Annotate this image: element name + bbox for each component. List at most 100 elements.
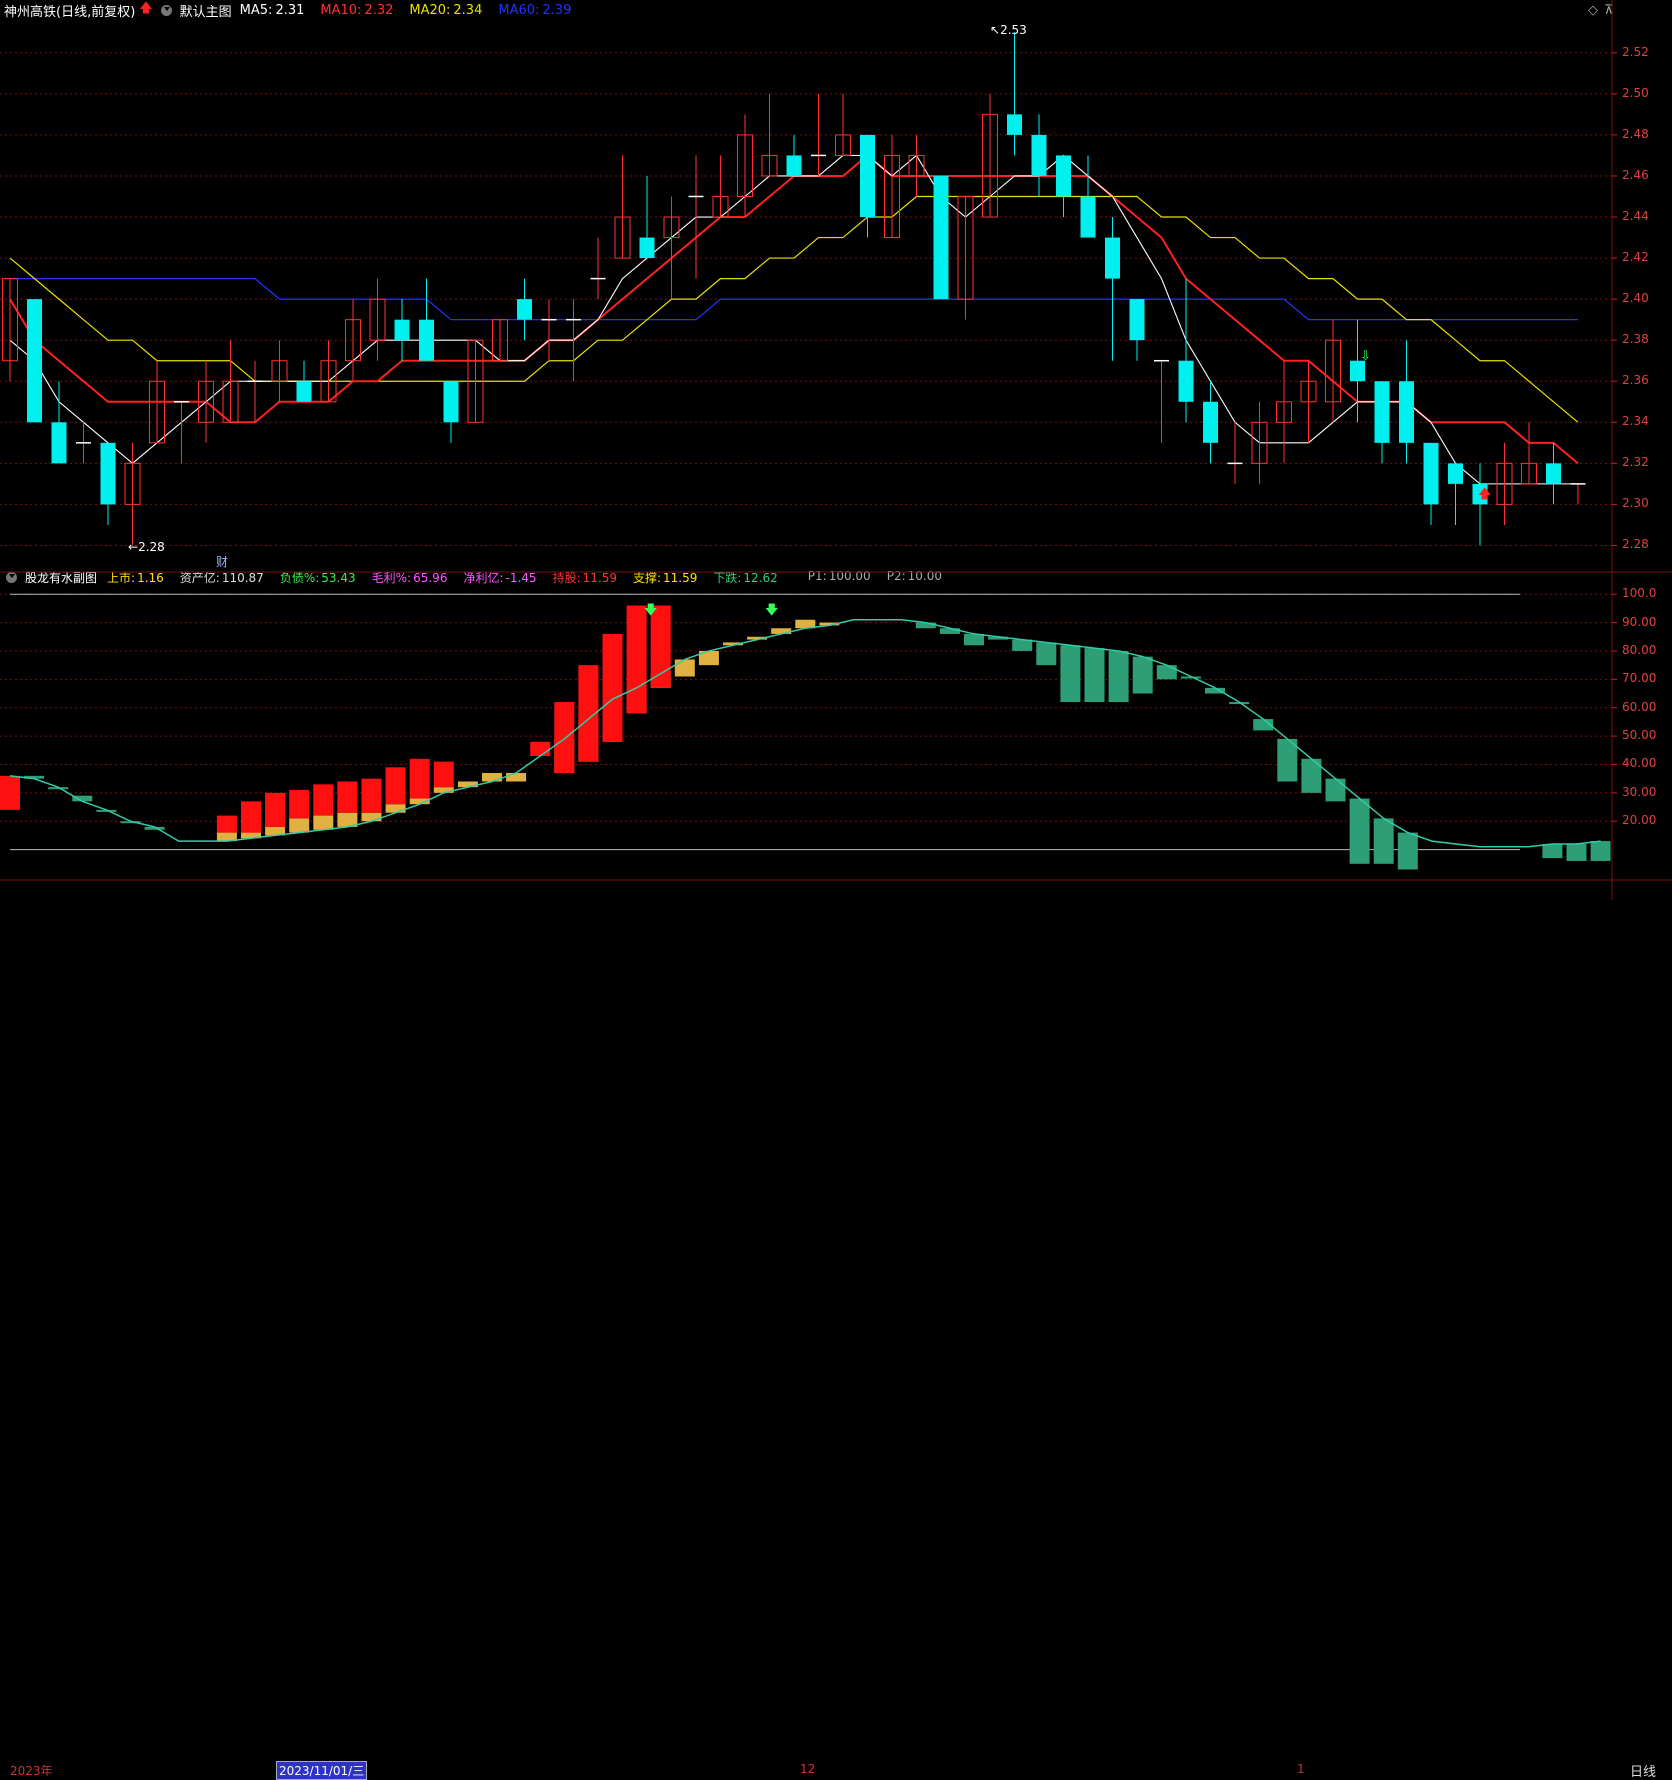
sub-bar (289, 790, 310, 833)
price-tick-label: 2.42 (1622, 250, 1649, 265)
candle-body-down (1399, 381, 1414, 443)
candle-body-down (27, 299, 42, 423)
candle-body-down (1178, 360, 1194, 402)
candle (712, 155, 729, 218)
finance-badge[interactable]: 财 (216, 553, 228, 570)
sub-tick-label: 90.00 (1622, 614, 1657, 629)
candle-body-down (1129, 299, 1145, 341)
price-tick-label: 2.44 (1622, 209, 1649, 224)
sell-signal-arrow-icon: ⇩ (1360, 349, 1371, 364)
candle-body-down (1007, 114, 1022, 135)
candle (345, 299, 361, 382)
sub-bar (433, 761, 454, 793)
candle (222, 340, 239, 423)
candle-body-down (860, 134, 875, 218)
price-tick-label: 2.40 (1622, 291, 1649, 306)
chart-canvas[interactable] (0, 0, 1672, 900)
month-12-label: 12 (800, 1762, 816, 1776)
candle (419, 278, 434, 361)
sub-tick-label: 50.00 (1622, 728, 1657, 743)
price-tick-label: 2.52 (1622, 44, 1649, 59)
price-tick-label: 2.36 (1622, 373, 1649, 388)
candle (786, 134, 802, 176)
sub-bar-red (385, 767, 406, 805)
sub-bar-green (1084, 648, 1105, 703)
candle (541, 299, 557, 361)
price-tick-label: 2.28 (1622, 537, 1649, 552)
period-button[interactable]: 日线 (1630, 1761, 1656, 1780)
sub-bar (530, 741, 551, 756)
sub-bar-gold (506, 772, 527, 782)
sub-bar-red (0, 775, 20, 810)
sub-bar (1397, 832, 1418, 870)
candle (1154, 359, 1169, 443)
sub-bar (409, 758, 430, 805)
sub-bar-gold (771, 628, 792, 634)
sub-bar (674, 659, 695, 677)
candle (100, 442, 116, 525)
sub-bar (1012, 639, 1033, 651)
low-price-value: 2.28 (138, 540, 165, 554)
candle (1546, 442, 1561, 505)
sub-bar-green (1012, 639, 1033, 651)
candle (1276, 360, 1292, 464)
sub-bar (1373, 818, 1394, 864)
sub-bar-gold (361, 812, 382, 822)
candle (663, 196, 680, 300)
sub-bar-green (1060, 645, 1081, 703)
candle-body-down (1546, 463, 1561, 484)
price-tick-label: 2.34 (1622, 414, 1649, 429)
sub-bar-green (1132, 656, 1153, 694)
date-axis-bar: 2023年 2023/11/01/三 12 1 日线 (0, 880, 1672, 1780)
candle (1350, 319, 1365, 423)
candle-body-down (100, 442, 116, 505)
stock-chart-window: 神州高铁(日线,前复权) 🡅 默认主图 MA5: 2.31 MA10: 2.32 M… (0, 0, 1672, 1780)
candle (1105, 217, 1120, 361)
candle (27, 299, 42, 423)
candle (517, 278, 532, 341)
sub-bar (1566, 843, 1587, 861)
price-tick-label: 2.32 (1622, 455, 1649, 470)
price-tick-label: 2.30 (1622, 496, 1649, 511)
candle (1129, 299, 1145, 361)
candle (1227, 422, 1243, 484)
candle (1374, 381, 1390, 464)
price-tick-label: 2.46 (1622, 167, 1649, 182)
candle-body-down (394, 319, 410, 341)
sub-bar (241, 801, 261, 839)
sub-bar (1542, 843, 1563, 859)
candle (247, 360, 263, 423)
candle (1031, 114, 1047, 197)
candle (1399, 340, 1414, 464)
sub-bar-red (602, 633, 623, 742)
sub-bar-red (289, 790, 310, 819)
green-arrow-icon: 🡇 (765, 603, 779, 618)
sub-bar-red (265, 792, 286, 827)
sub-bar-red (241, 801, 261, 833)
sub-bar (0, 775, 20, 810)
sub-bar-gold (289, 818, 310, 833)
candle (1448, 463, 1463, 525)
sub-bar (482, 772, 502, 782)
sub-bar (602, 633, 623, 742)
sub-bar (361, 778, 382, 822)
candle-body-down (1056, 155, 1071, 197)
sub-tick-label: 30.00 (1622, 784, 1657, 799)
sub-bar-green (1349, 798, 1370, 864)
sub-bar-gold (482, 772, 502, 782)
sub-bar-red (554, 702, 575, 773)
sub-bar (1108, 650, 1129, 703)
sub-bar-green (939, 628, 960, 634)
sub-bar-gold (433, 787, 454, 793)
candle (933, 175, 949, 300)
candle (614, 155, 631, 259)
sub-bar (1060, 645, 1081, 703)
candle (271, 340, 288, 402)
candle (369, 278, 386, 361)
sub-bar (265, 792, 286, 836)
candle-body-down (296, 381, 312, 402)
candle (1080, 155, 1096, 238)
high-price-value: 2.53 (1000, 23, 1027, 37)
sub-bar-green (1108, 650, 1129, 703)
year-label: 2023年 (10, 1764, 53, 1778)
